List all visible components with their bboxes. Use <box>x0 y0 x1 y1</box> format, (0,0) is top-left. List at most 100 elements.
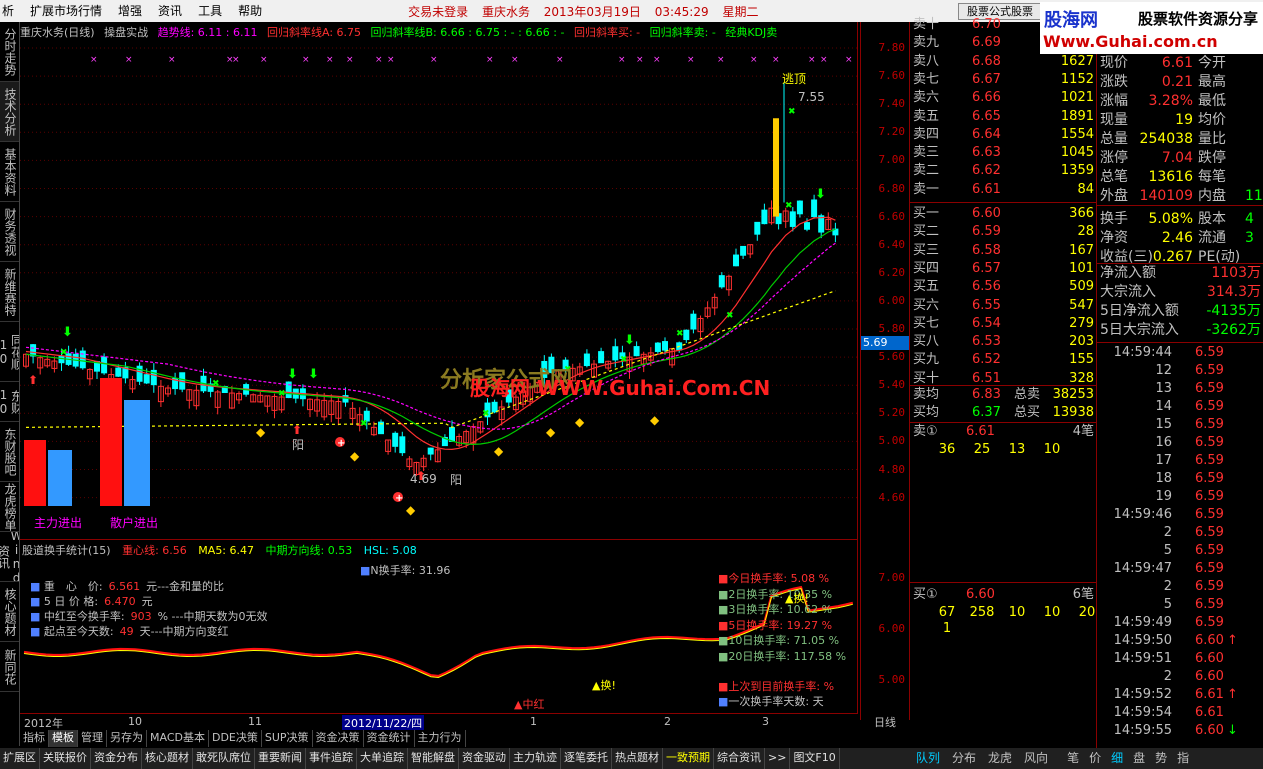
left-tab-6[interactable]: 东财10 <box>0 382 19 422</box>
indicator-tab[interactable]: 管理 <box>78 730 107 747</box>
bid-row[interactable]: 买八 6.53 203 <box>910 333 1097 351</box>
bid-row[interactable]: 买七 6.54 279 <box>910 315 1097 333</box>
sub-bottom-row: ■一次换手率天数: 天 <box>718 695 824 708</box>
ask-row[interactable]: 卖二 6.62 1359 <box>910 162 1097 180</box>
ext-tab[interactable]: 资金驱动 <box>459 748 510 769</box>
ask-row[interactable]: 卖三 6.63 1045 <box>910 144 1097 162</box>
bid-row[interactable]: 买六 6.55 547 <box>910 297 1097 315</box>
ask-row[interactable]: 卖四 6.64 1554 <box>910 126 1097 144</box>
right-tab[interactable]: 指 <box>1172 748 1194 769</box>
ext-tab[interactable]: 敢死队席位 <box>193 748 255 769</box>
bid-row[interactable]: 买五 6.56 509 <box>910 278 1097 296</box>
right-tab[interactable]: 盘 <box>1128 748 1150 769</box>
period-button[interactable]: 日线 <box>862 714 908 730</box>
ext-tab[interactable]: 重要新闻 <box>255 748 306 769</box>
indicator-tab[interactable]: DDE决策 <box>209 730 262 747</box>
right-tab[interactable]: 龙虎 <box>982 748 1018 769</box>
ext-tab[interactable]: >> <box>765 748 791 769</box>
ask-row[interactable]: 卖五 6.65 1891 <box>910 108 1097 126</box>
left-tab-7[interactable]: 东财股吧 <box>0 422 19 482</box>
ext-tab[interactable]: 热点题材 <box>612 748 663 769</box>
ext-tab[interactable]: 图文F10 <box>790 748 840 769</box>
high-price-label: 7.55 <box>798 90 825 104</box>
indicator-tab[interactable]: 指标 <box>20 730 49 747</box>
menu-item-tools[interactable]: 工具 <box>190 0 230 22</box>
turnover-sub-chart[interactable]: 股道换手统计(15) 重心线: 6.56 MA5: 6.47 中期方向线: 0.… <box>20 540 858 714</box>
indicator-tab[interactable]: 模板 <box>49 730 78 747</box>
order-label: 买七 <box>913 315 940 331</box>
order-volume: 1359 <box>1060 163 1094 179</box>
main-kline-chart[interactable]: 重庆水务(日线) 操盘实战 趋势线: 6.11 : 6.11 回归斜率线A: 6… <box>20 22 858 540</box>
signal-x-marker: × <box>717 55 725 65</box>
ask-row[interactable]: 卖七 6.67 1152 <box>910 71 1097 89</box>
tick-price: 6.59 <box>1195 435 1224 450</box>
bid-row[interactable]: 买二 6.59 28 <box>910 223 1097 241</box>
order-price: 6.63 <box>972 145 1001 161</box>
tick-row: 18 6.59 <box>1097 470 1263 488</box>
indicator-tab[interactable]: MACD基本 <box>147 730 209 747</box>
ext-tab[interactable]: 资金分布 <box>91 748 142 769</box>
menu-item-analysis[interactable]: 析 <box>0 0 22 22</box>
left-tab-5[interactable]: 同花顺10 <box>0 322 19 382</box>
right-tab[interactable]: 分布 <box>946 748 982 769</box>
flow-value: 1103万 <box>1211 265 1261 281</box>
queue-label: 卖① <box>913 424 938 439</box>
right-tab[interactable]: 势 <box>1150 748 1172 769</box>
left-tab-11[interactable]: 新同花 <box>0 642 19 692</box>
menu-item-info[interactable]: 资讯 <box>150 0 190 22</box>
bid-row[interactable]: 买三 6.58 167 <box>910 242 1097 260</box>
ext-tab[interactable]: 综合资讯 <box>714 748 765 769</box>
right-tab[interactable]: 风向 <box>1018 748 1054 769</box>
order-price: 6.64 <box>972 126 1001 142</box>
order-label: 卖六 <box>913 90 940 106</box>
ask-row[interactable]: 卖八 6.68 1627 <box>910 53 1097 71</box>
ext-tab[interactable]: 智能解盘 <box>408 748 459 769</box>
left-tab-0[interactable]: 分时走势 <box>0 22 19 82</box>
sub-info-value: 903 <box>130 610 152 623</box>
indicator-tab[interactable]: 资金决策 <box>313 730 364 747</box>
ask-row[interactable]: 卖六 6.66 1021 <box>910 89 1097 107</box>
ext-tab[interactable]: 逐笔委托 <box>561 748 612 769</box>
right-tab[interactable]: 队列 <box>910 748 946 769</box>
left-tab-9[interactable]: Wind资讯 <box>0 532 19 582</box>
tick-row: 14 6.59 <box>1097 398 1263 416</box>
candle-body <box>789 211 796 227</box>
ext-tab[interactable]: 核心题材 <box>142 748 193 769</box>
ext-tab[interactable]: 一致预期 <box>663 748 714 769</box>
quote-value: 0.21 <box>1161 74 1193 90</box>
indicator-tab[interactable]: 资金统计 <box>364 730 415 747</box>
menu-item-enhance[interactable]: 增强 <box>110 0 150 22</box>
indicator-tab[interactable]: SUP决策 <box>262 730 313 747</box>
indicator-tab[interactable]: 主力行为 <box>415 730 466 747</box>
indicator-tab[interactable]: 另存为 <box>107 730 147 747</box>
left-tab-3[interactable]: 财务透视 <box>0 202 19 262</box>
ext-tab[interactable]: 事件追踪 <box>306 748 357 769</box>
right-tab[interactable]: 细 <box>1106 748 1128 769</box>
right-tab[interactable]: 价 <box>1084 748 1106 769</box>
tick-time: 14:59:47 <box>1113 561 1172 576</box>
ext-tab[interactable]: 关联报价 <box>40 748 91 769</box>
right-tab[interactable]: 笔 <box>1062 748 1084 769</box>
left-tab-2[interactable]: 基本资料 <box>0 142 19 202</box>
left-tab-10[interactable]: 核心题材 <box>0 582 19 642</box>
price-tick: 7.20 <box>878 125 906 139</box>
bid-row[interactable]: 买一 6.60 366 <box>910 205 1097 223</box>
order-label: 买九 <box>913 352 940 368</box>
ext-tab[interactable]: 主力轨迹 <box>510 748 561 769</box>
bid-row[interactable]: 买九 6.52 155 <box>910 351 1097 369</box>
left-tab-4[interactable]: 新维赛特 <box>0 262 19 322</box>
left-tab-8[interactable]: 龙虎榜单 <box>0 482 19 532</box>
price-tick: 6.00 <box>878 293 906 307</box>
price-tick: 5.40 <box>878 378 906 392</box>
menu-item-ext-market[interactable]: 扩展市场行情 <box>22 0 110 22</box>
menu-item-help[interactable]: 帮助 <box>230 0 270 22</box>
ask-row[interactable]: 卖一 6.61 84 <box>910 181 1097 199</box>
quote-row: 总笔 13616 每笔 <box>1097 168 1263 187</box>
left-tab-1[interactable]: 技术分析 <box>0 82 19 142</box>
candle-body <box>612 346 619 361</box>
ext-tab[interactable]: 大单追踪 <box>357 748 408 769</box>
signal-x-marker: × <box>326 55 334 65</box>
tick-time: 19 <box>1155 489 1172 504</box>
ext-tab[interactable]: 扩展区 <box>0 748 40 769</box>
bid-row[interactable]: 买四 6.57 101 <box>910 260 1097 278</box>
